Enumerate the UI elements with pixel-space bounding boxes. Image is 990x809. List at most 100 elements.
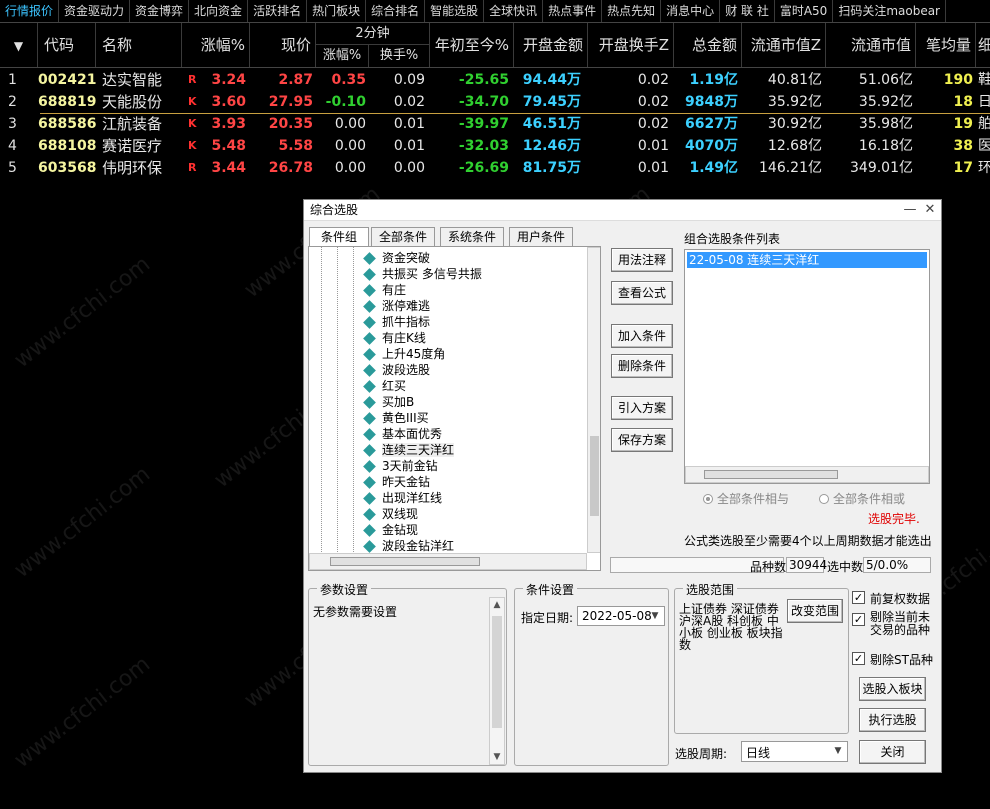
radio-or[interactable]: 全部条件相或 — [819, 490, 905, 507]
condition-list-item[interactable]: 22-05-08 连续三天洋红 — [687, 252, 927, 268]
close-icon[interactable]: ✕ — [922, 202, 938, 218]
tree-hscrollbar[interactable] — [309, 553, 587, 570]
cell-ytd: -32.03 — [458, 138, 509, 154]
tree-item[interactable]: 上升45度角 — [359, 346, 445, 362]
tab-condition-group[interactable]: 条件组 — [309, 227, 369, 247]
tree-item[interactable]: 双线现 — [359, 506, 418, 522]
close-button[interactable]: 关闭 — [859, 740, 926, 764]
col-price[interactable]: 现价 — [250, 23, 316, 67]
tree-item[interactable]: 出现洋红线 — [359, 490, 442, 506]
tree-item[interactable]: 涨停难逃 — [359, 298, 430, 314]
table-row[interactable]: 5 603568 伟明环保 R 3.44 26.78 0.00 0.00 -26.69 81.75… — [0, 157, 990, 179]
col-change-pct[interactable]: 涨幅% — [182, 23, 250, 67]
radio-and[interactable]: 全部条件相与 — [703, 490, 789, 507]
col-float-mv[interactable]: 流通市值 — [826, 23, 916, 67]
tree-item[interactable]: 连续三天洋红 — [359, 442, 455, 458]
col-truncated[interactable]: 细 — [976, 23, 990, 67]
nav-tab[interactable]: 综合排名 — [366, 0, 426, 22]
tree-vscroll-thumb[interactable] — [590, 436, 599, 516]
exclude-st-label: 剔除ST品种 — [870, 653, 933, 667]
col-avg-per-trade[interactable]: 笔均量 — [916, 23, 976, 67]
nav-tab[interactable]: 北向资金 — [189, 0, 249, 22]
table-row[interactable]: 3 688586 江航装备 K 3.93 20.35 0.00 0.01 -39.97 46.51… — [0, 113, 990, 135]
tree-item[interactable]: 抓牛指标 — [359, 314, 430, 330]
minimize-icon[interactable]: — — [902, 202, 918, 218]
cell-turn: 0.09 — [393, 72, 425, 88]
nav-tab[interactable]: 财 联 社 — [720, 0, 775, 22]
tree-item[interactable]: 买加B — [359, 394, 414, 410]
tab-system-conditions[interactable]: 系统条件 — [440, 227, 504, 247]
col-ytd[interactable]: 年初至今% — [430, 23, 514, 67]
tree-item[interactable]: 有庄 — [359, 282, 406, 298]
nav-tab[interactable]: 扫码关注maobear — [833, 0, 946, 22]
tree-item[interactable]: 金钻现 — [359, 522, 418, 538]
exclude-st-checkbox[interactable]: ✓ — [852, 652, 865, 665]
nav-tab[interactable]: 富时A50 — [775, 0, 834, 22]
col-float-mv-z[interactable]: 流通市值Z — [742, 23, 826, 67]
table-row[interactable]: 2 688819 天能股份 K 3.60 27.95 -0.10 0.02 -34.70 79.4… — [0, 91, 990, 113]
change-range-button[interactable]: 改变范围 — [787, 599, 843, 623]
tree-item[interactable]: 红买 — [359, 378, 406, 394]
col-code[interactable]: 代码 — [38, 23, 96, 67]
date-picker[interactable]: 2022-05-08 ▼ — [577, 606, 665, 626]
col-open-turnover[interactable]: 开盘换手Z — [588, 23, 674, 67]
tree-item[interactable]: 波段金钻洋红 — [359, 538, 454, 554]
nav-tab[interactable]: 活跃排名 — [248, 0, 308, 22]
top-nav-bar: 行情报价 资金驱动力 资金博弈 北向资金 活跃排名 热门板块 综合排名 智能选股 全球快讯 热点事… — [0, 0, 990, 23]
table-row[interactable]: 1 002421 达实智能 R 3.24 2.87 0.35 0.09 -25.65 94.44 万… — [0, 69, 990, 91]
condition-list[interactable]: 22-05-08 连续三天洋红 — [684, 249, 930, 484]
tree-item[interactable]: 资金突破 — [359, 250, 430, 266]
tree-vscrollbar[interactable] — [587, 247, 600, 553]
nav-tab[interactable]: 智能选股 — [425, 0, 485, 22]
select-to-block-button[interactable]: 选股入板块 — [859, 677, 926, 701]
nav-tab[interactable]: 热点事件 — [543, 0, 603, 22]
tree-item[interactable]: 波段选股 — [359, 362, 430, 378]
tree-item-label: 昨天金钻 — [382, 475, 431, 489]
cell-total: 1.19 — [689, 72, 724, 88]
usage-notes-button[interactable]: 用法注释 — [611, 248, 673, 272]
nav-tab[interactable]: 热门板块 — [307, 0, 367, 22]
nav-tab[interactable]: 全球快讯 — [484, 0, 544, 22]
tree-item[interactable]: 3天前金钻 — [359, 458, 438, 474]
tree-item[interactable]: 共振买 多信号共振 — [359, 266, 482, 282]
period-select[interactable]: 日线 ▼ — [741, 741, 848, 762]
tree-hscroll-thumb[interactable] — [330, 557, 480, 566]
chevron-down-icon[interactable]: ▼ — [648, 609, 662, 623]
save-plan-button[interactable]: 保存方案 — [611, 428, 673, 452]
tree-item[interactable]: 昨天金钻 — [359, 474, 430, 490]
nav-tab[interactable]: 消息中心 — [661, 0, 721, 22]
col-2min-change[interactable]: 涨幅% — [316, 45, 369, 67]
condition-tree[interactable]: 资金突破 共振买 多信号共振 有庄 涨停难逃 抓牛指标 有庄K线 上升45度角 波段选股 红买买… — [308, 246, 601, 571]
col-total-amount[interactable]: 总金额 — [674, 23, 742, 67]
delete-condition-button[interactable]: 删除条件 — [611, 354, 673, 378]
nav-tab[interactable]: 行情报价 — [0, 0, 60, 22]
col-name[interactable]: 名称 — [96, 23, 182, 67]
nav-tab[interactable]: 资金驱动力 — [59, 0, 131, 22]
cell-chg: 3.60 — [211, 94, 246, 110]
tree-item[interactable]: 有庄K线 — [359, 330, 426, 346]
list-hscrollbar[interactable] — [685, 466, 929, 483]
col-turnover[interactable]: 换手% — [369, 45, 430, 67]
table-row[interactable]: 4 688108 赛诺医疗 K 5.48 5.58 0.00 0.01 -32.03 12.46 万… — [0, 135, 990, 157]
scroll-down-icon[interactable]: ▼ — [490, 750, 504, 764]
param-vscroll-thumb[interactable] — [492, 616, 502, 728]
chevron-down-icon[interactable]: ▼ — [831, 744, 845, 759]
add-condition-button[interactable]: 加入条件 — [611, 324, 673, 348]
nav-tab[interactable]: 热点先知 — [602, 0, 662, 22]
import-plan-button[interactable]: 引入方案 — [611, 396, 673, 420]
sort-menu-icon[interactable]: ▼ — [0, 23, 38, 67]
restore-data-checkbox[interactable]: ✓ — [852, 591, 865, 604]
tree-item[interactable]: 黄色III买 — [359, 410, 429, 426]
tab-user-conditions[interactable]: 用户条件 — [509, 227, 573, 247]
exclude-untraded-checkbox[interactable]: ✓ — [852, 613, 865, 626]
scroll-up-icon[interactable]: ▲ — [490, 598, 504, 612]
param-vscrollbar[interactable]: ▲ ▼ — [489, 597, 505, 765]
run-selection-button[interactable]: 执行选股 — [859, 708, 926, 732]
condition-icon — [363, 284, 376, 297]
view-formula-button[interactable]: 查看公式 — [611, 281, 673, 305]
nav-tab[interactable]: 资金博弈 — [130, 0, 190, 22]
list-hscroll-thumb[interactable] — [704, 470, 838, 479]
tab-all-conditions[interactable]: 全部条件 — [371, 227, 435, 247]
tree-item[interactable]: 基本面优秀 — [359, 426, 442, 442]
col-open-amount[interactable]: 开盘金额 — [514, 23, 588, 67]
